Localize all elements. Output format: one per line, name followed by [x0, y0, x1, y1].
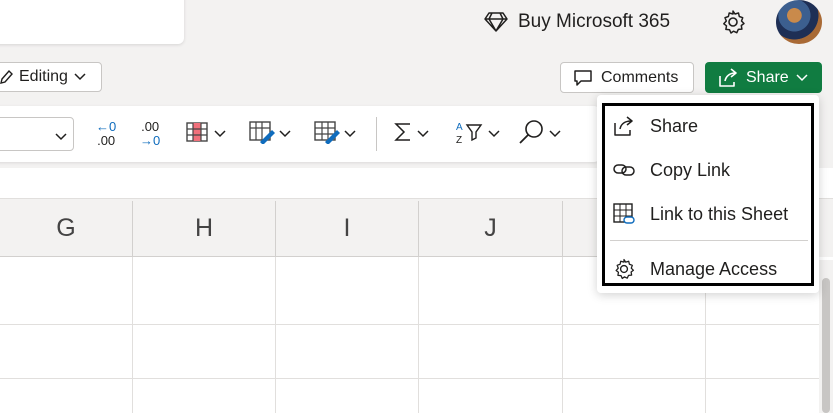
column-header-h[interactable]: H — [133, 201, 276, 257]
chevron-down-icon — [796, 73, 808, 82]
grid-line — [132, 257, 133, 413]
share-button[interactable]: Share — [705, 62, 822, 93]
chevron-down-icon — [417, 125, 429, 143]
menu-item-label: Link to this Sheet — [650, 203, 789, 224]
grid-line — [0, 378, 833, 379]
sheet-link-icon — [612, 202, 636, 226]
buy-microsoft-365-link[interactable]: Buy Microsoft 365 — [484, 8, 670, 36]
chevron-down-icon — [344, 125, 356, 143]
borders-button[interactable] — [185, 118, 226, 150]
increase-decimal-button[interactable]: .00 →0 — [140, 118, 160, 150]
column-header-j[interactable]: J — [419, 201, 563, 257]
settings-gear-icon[interactable] — [719, 8, 747, 36]
menu-item-manage-access[interactable]: Manage Access — [612, 251, 808, 287]
conditional-format-icon — [248, 120, 276, 149]
svg-text:A: A — [456, 122, 463, 133]
grid-line — [418, 257, 419, 413]
menu-item-link-to-sheet[interactable]: Link to this Sheet — [612, 196, 808, 232]
grid-line — [275, 257, 276, 413]
format-as-table-button[interactable] — [313, 118, 356, 150]
link-icon — [612, 159, 636, 181]
sort-filter-icon: AZ — [455, 119, 485, 150]
decrease-decimal-bottom: .00 — [97, 133, 116, 148]
find-button[interactable] — [518, 118, 561, 150]
grid-line — [0, 324, 833, 325]
search-area — [0, 0, 184, 44]
search-icon — [518, 119, 546, 150]
menu-separator — [610, 240, 808, 241]
grid-line — [562, 257, 563, 413]
chevron-down-icon — [55, 128, 67, 146]
comment-icon — [573, 69, 593, 87]
share-icon — [717, 67, 739, 88]
autosum-button[interactable] — [392, 118, 429, 150]
menu-item-share[interactable]: Share — [612, 108, 808, 144]
scrollbar-thumb[interactable] — [822, 278, 830, 413]
pencil-icon — [0, 69, 13, 85]
ribbon-divider — [376, 117, 377, 151]
conditional-format-button[interactable] — [248, 118, 291, 150]
font-size-dropdown[interactable] — [0, 117, 74, 151]
column-header-i[interactable]: I — [276, 201, 419, 257]
column-header-g[interactable]: G — [0, 201, 133, 257]
editing-label: Editing — [19, 68, 68, 85]
decrease-decimal-top: ←0 — [96, 119, 117, 134]
decrease-decimal-button[interactable]: ←0 .00 — [96, 118, 116, 150]
diamond-icon — [484, 11, 508, 33]
chevron-down-icon — [74, 73, 86, 81]
chevron-down-icon — [549, 125, 561, 143]
share-icon — [612, 115, 636, 137]
user-avatar[interactable] — [776, 0, 822, 44]
svg-text:Z: Z — [456, 135, 462, 145]
comments-button[interactable]: Comments — [560, 62, 694, 93]
ribbon-toolbar — [0, 106, 600, 162]
gear-icon — [612, 257, 636, 281]
chevron-down-icon — [214, 125, 226, 143]
sum-icon — [392, 120, 414, 149]
menu-item-copy-link[interactable]: Copy Link — [612, 152, 808, 188]
comments-label: Comments — [601, 68, 679, 86]
buy-label: Buy Microsoft 365 — [518, 11, 671, 32]
chevron-down-icon — [279, 125, 291, 143]
increase-decimal-top: .00 — [141, 119, 160, 134]
borders-icon — [185, 121, 211, 148]
menu-item-label: Share — [650, 115, 699, 136]
editing-mode-button[interactable]: Editing — [0, 62, 102, 92]
menu-item-label: Manage Access — [650, 258, 778, 279]
increase-decimal-bottom: →0 — [140, 133, 161, 148]
table-style-icon — [313, 120, 341, 149]
share-label: Share — [746, 68, 789, 86]
chevron-down-icon — [488, 125, 500, 143]
menu-item-label: Copy Link — [650, 159, 731, 180]
sort-filter-button[interactable]: AZ — [455, 118, 500, 150]
